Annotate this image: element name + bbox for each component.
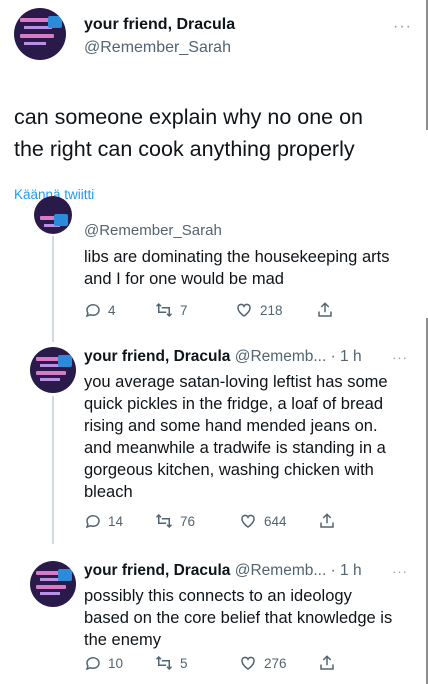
reply-actions: 10 5 276 (84, 654, 342, 672)
like-count: 276 (264, 655, 287, 671)
reply-text-line: and meanwhile a tradwife is standing in … (84, 439, 386, 457)
reply-count: 10 (108, 655, 124, 671)
reply-button[interactable]: 4 (84, 301, 154, 319)
reply-handle[interactable]: @Remember_Sarah (84, 222, 222, 239)
share-button[interactable] (318, 512, 342, 530)
reply-icon (85, 304, 100, 318)
reply-text-line: possibly this connects to an ideology (84, 587, 352, 605)
reply-text-line: quick pickles in the fridge, a loaf of b… (84, 395, 384, 413)
more-icon[interactable]: ··· (392, 564, 408, 579)
tweet-text: can someone explain why no one on the ri… (14, 101, 363, 165)
share-icon (318, 302, 332, 317)
reply-header: your friend, Dracula @Rememb... · 1 h (84, 348, 362, 366)
reply-text-line: and I for one would be mad (84, 270, 284, 288)
reply-meta[interactable]: @Rememb... · 1 h (235, 562, 362, 579)
reply-text: possibly this connects to an ideology ba… (84, 585, 392, 651)
retweet-count: 7 (180, 302, 188, 318)
like-count: 644 (264, 513, 287, 529)
retweet-button[interactable]: 7 (154, 301, 234, 319)
reply-text: you average satan-loving leftist has som… (84, 371, 388, 503)
reply-text: libs are dominating the housekeeping art… (84, 246, 389, 290)
share-button[interactable] (316, 301, 340, 319)
reply-text-line: libs are dominating the housekeeping art… (84, 248, 390, 266)
like-button[interactable]: 644 (238, 512, 318, 530)
reply-count: 4 (108, 302, 116, 318)
reply-text-line: you average satan-loving leftist has som… (84, 373, 388, 391)
retweet-button[interactable]: 76 (154, 512, 238, 530)
author-handle[interactable]: @Remember_Sarah (84, 39, 231, 57)
tweet-text-line: can someone explain why no one on (14, 105, 364, 129)
author-name[interactable]: your friend, Dracula (84, 562, 230, 579)
avatar-reply1[interactable] (34, 196, 72, 234)
reply-button[interactable]: 10 (84, 654, 154, 672)
share-icon (320, 513, 334, 528)
heart-icon (241, 514, 255, 528)
more-icon[interactable]: ··· (393, 18, 412, 36)
avatar-reply3[interactable] (30, 561, 76, 607)
reply-icon (85, 515, 100, 529)
reply-text-line: gorgeous kitchen, washing chicken with (84, 461, 374, 479)
avatar-main[interactable] (14, 8, 66, 60)
retweet-button[interactable]: 5 (154, 654, 238, 672)
reply-actions: 4 7 218 (84, 301, 340, 319)
tweet-text-line: the right can cook anything properly (14, 137, 355, 161)
reply-count: 14 (108, 513, 124, 529)
retweet-count: 5 (180, 655, 188, 671)
reply-text-line: based on the core belief that knowledge … (84, 609, 393, 627)
reply-text-line: the enemy (84, 631, 162, 649)
avatar-reply2[interactable] (30, 347, 76, 393)
reply-meta[interactable]: @Rememb... · 1 h (235, 348, 362, 365)
retweet-count: 76 (180, 513, 196, 529)
heart-icon (241, 656, 255, 670)
reply-button[interactable]: 14 (84, 512, 154, 530)
author-name[interactable]: your friend, Dracula (84, 16, 235, 34)
author-name[interactable]: your friend, Dracula (84, 348, 230, 365)
reply-icon (85, 657, 100, 671)
reply-text-line: rising and some hand mended jeans on. (84, 417, 378, 435)
more-icon[interactable]: ··· (392, 350, 408, 365)
retweet-icon (155, 655, 173, 671)
share-button[interactable] (318, 654, 342, 672)
thread-line (52, 236, 54, 342)
reply-header: your friend, Dracula @Rememb... · 1 h (84, 562, 362, 580)
like-button[interactable]: 276 (238, 654, 318, 672)
like-count: 218 (260, 302, 283, 318)
share-icon (320, 655, 334, 670)
heart-icon (237, 303, 251, 317)
retweet-icon (155, 302, 173, 318)
thread-line (52, 396, 54, 544)
retweet-icon (155, 513, 173, 529)
like-button[interactable]: 218 (234, 301, 316, 319)
reply-text-line: bleach (84, 483, 133, 501)
reply-actions: 14 76 644 (84, 512, 342, 530)
